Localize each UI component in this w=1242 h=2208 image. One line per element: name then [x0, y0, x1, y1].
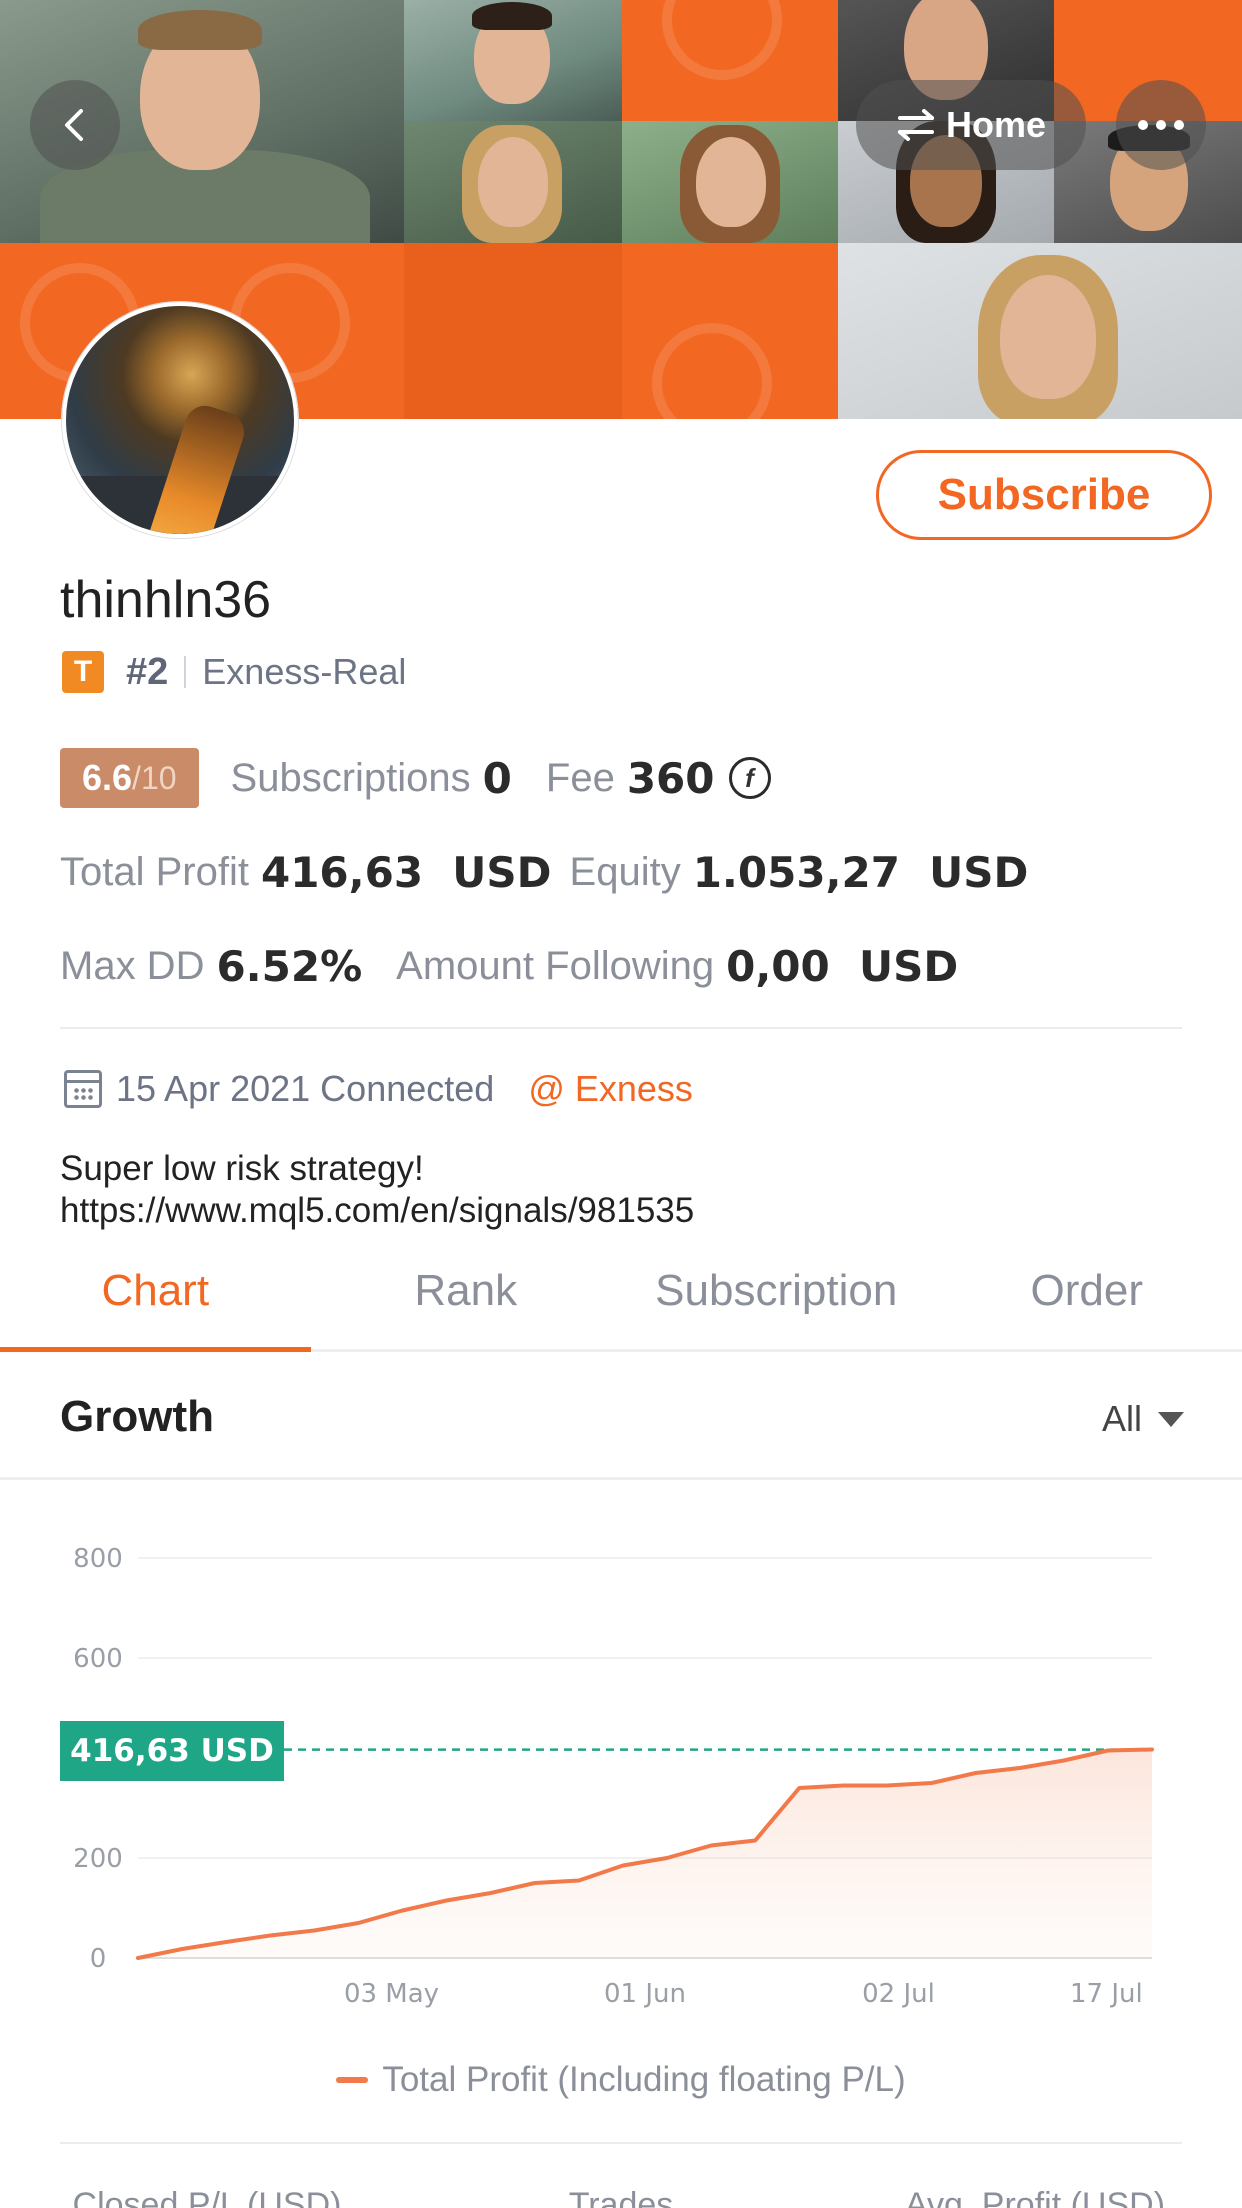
account-meta: T #2 Exness-Real — [62, 650, 406, 694]
calendar-icon — [64, 1070, 102, 1108]
range-filter-dropdown[interactable]: All — [1102, 1398, 1184, 1440]
drawdown-row: Max DD 6.52% Amount Following 0,00 USD — [60, 942, 958, 991]
divider — [60, 2142, 1182, 2144]
growth-chart[interactable]: 800 600 200 0 03 May 01 Jun 02 Jul 17 Jul 416,6… — [0, 1480, 1242, 2040]
swap-icon — [897, 109, 934, 141]
x-tick-label: 03 May — [344, 1979, 439, 2009]
closed-pl-header: Closed P/L (USD) — [72, 2186, 342, 2208]
caret-down-icon — [1158, 1411, 1184, 1427]
home-button[interactable]: Home — [856, 80, 1086, 170]
back-button[interactable] — [30, 80, 120, 170]
divider — [60, 1027, 1182, 1029]
score-badge: 6.6/10 — [60, 748, 199, 808]
series-area — [138, 1749, 1152, 1958]
subscriptions-value: 0 — [482, 753, 512, 803]
amount-following-label: Amount Following — [396, 944, 715, 988]
description-link[interactable]: https://www.mql5.com/en/signals/981535 — [60, 1190, 694, 1232]
cover-photo-8 — [838, 243, 1242, 419]
chevron-left-icon — [65, 109, 83, 141]
cover-photo-2 — [404, 0, 622, 121]
tab-rank[interactable]: Rank — [311, 1250, 622, 1349]
legend-swatch — [336, 2077, 369, 2083]
more-button[interactable] — [1116, 80, 1206, 170]
subscribe-button[interactable]: Subscribe — [876, 450, 1212, 540]
equity-label: Equity — [569, 850, 681, 894]
server-name: Exness-Real — [202, 651, 407, 692]
coin-icon: f — [728, 757, 771, 799]
tab-subscription[interactable]: Subscription — [621, 1250, 932, 1349]
max-dd-label: Max DD — [60, 944, 205, 988]
growth-header: Growth All — [0, 1352, 1242, 1480]
score-denominator: /10 — [132, 759, 177, 796]
connected-date: 15 Apr 2021 Connected — [116, 1068, 495, 1109]
growth-title: Growth — [60, 1392, 214, 1441]
home-label: Home — [945, 104, 1047, 145]
total-profit-value: 416,63 USD — [260, 848, 552, 897]
more-icon — [1138, 120, 1184, 130]
tab-chart[interactable]: Chart — [0, 1250, 311, 1352]
range-filter-label: All — [1101, 1398, 1142, 1439]
score-value: 6.6 — [82, 757, 133, 798]
username: thinhln36 — [60, 571, 272, 629]
avatar[interactable] — [62, 302, 298, 538]
x-tick-label: 01 Jun — [604, 1979, 686, 2009]
fee-value: 360 — [626, 753, 715, 803]
y-tick-label: 200 — [73, 1844, 123, 1874]
description-line: Super low risk strategy! — [60, 1149, 424, 1188]
max-dd-value: 6.52% — [216, 942, 363, 991]
legend-label: Total Profit (Including floating P/L) — [382, 2060, 906, 2099]
cover-photo-4 — [622, 121, 838, 243]
tab-bar: Chart Rank Subscription Order — [0, 1250, 1242, 1352]
current-value-tag: 416,63 USD — [60, 1721, 284, 1781]
meta-divider — [184, 656, 187, 688]
y-tick-label: 800 — [73, 1544, 123, 1574]
score-row: 6.6/10 Subscriptions 0 Fee 360 f — [60, 748, 771, 808]
chart-legend: Total Profit (Including floating P/L) — [0, 2060, 1242, 2100]
tab-order[interactable]: Order — [932, 1250, 1242, 1349]
subscriptions-label: Subscriptions — [230, 755, 471, 800]
equity-value: 1.053,27 USD — [692, 848, 1029, 897]
x-tick-label: 02 Jul — [862, 1979, 935, 2009]
strategy-description: Super low risk strategy! https://www.mql… — [60, 1148, 694, 1232]
avg-profit-header: Avg. Profit (USD) — [904, 2186, 1166, 2208]
total-profit-label: Total Profit — [60, 850, 249, 894]
profit-row: Total Profit 416,63 USD Equity 1.053,27 … — [60, 848, 1028, 897]
trades-header: Trades — [568, 2186, 674, 2208]
cover-photo-3 — [404, 121, 622, 243]
y-tick-label: 600 — [73, 1644, 123, 1674]
fee-label: Fee — [545, 755, 615, 800]
broker-link[interactable]: @ Exness — [528, 1068, 693, 1110]
amount-following-value: 0,00 USD — [726, 942, 959, 991]
connection-info: 15 Apr 2021 Connected @ Exness — [64, 1068, 693, 1110]
trader-badge: T — [62, 651, 104, 693]
rank-number: #2 — [126, 650, 169, 693]
x-tick-label: 17 Jul — [1070, 1979, 1143, 2009]
y-tick-label: 0 — [90, 1944, 107, 1974]
stats-columns: Closed P/L (USD) Trades Avg. Profit (USD… — [0, 2186, 1242, 2208]
